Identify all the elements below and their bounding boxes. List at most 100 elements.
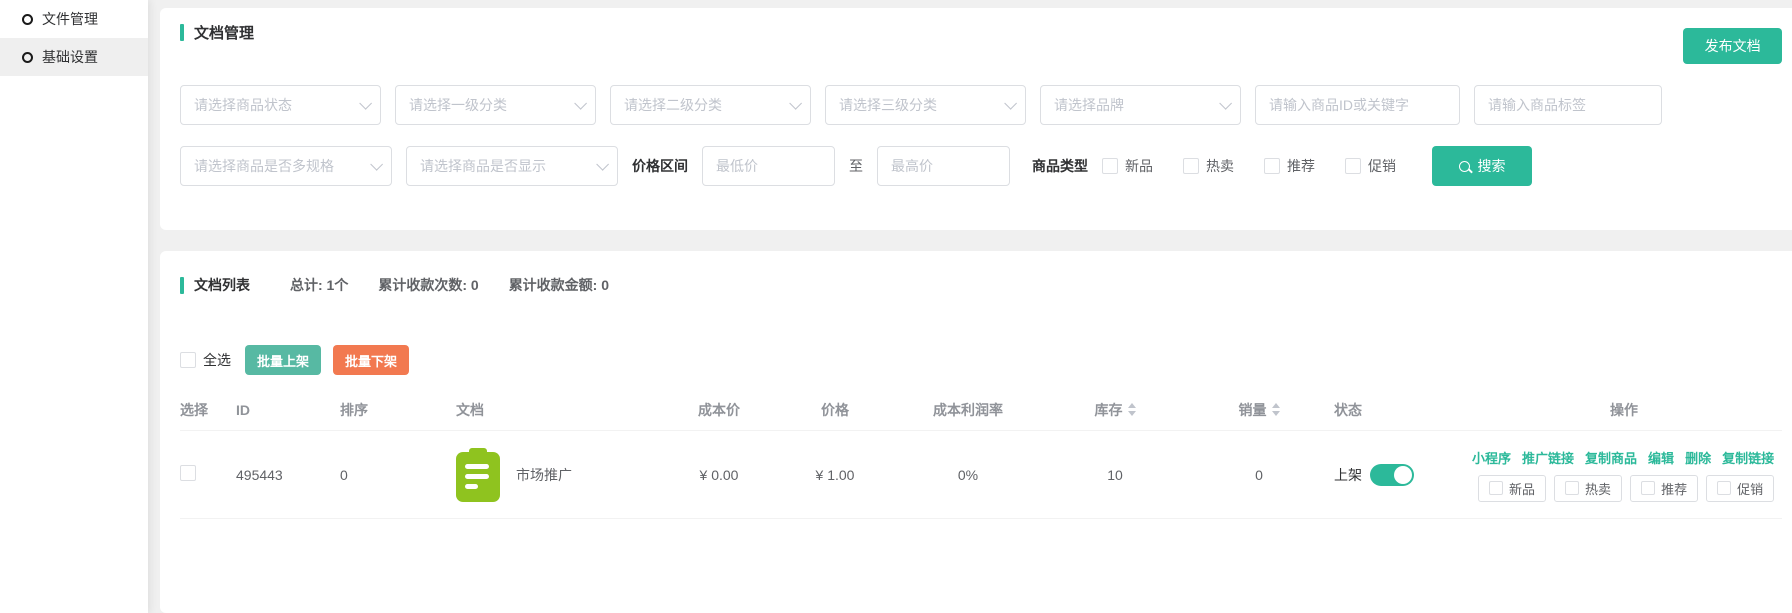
chevron-down-icon [596,158,609,171]
row-select-cell [180,465,236,484]
batch-off-shelf-button[interactable]: 批量下架 [333,345,409,375]
sidebar-item-label: 基础设置 [42,47,98,67]
min-price-input[interactable] [702,146,835,186]
col-header-label: 库存 [1095,400,1123,420]
table-row: 495443 0 市场推广 ¥ 0.00 ¥ 1.00 0% 10 0 [180,431,1782,519]
col-header-status: 状态 [1334,400,1472,420]
sort-control[interactable] [1272,403,1280,416]
card-header: 文档管理 发布文档 [180,22,1782,64]
select-visibility[interactable]: 请选择商品是否显示 [406,146,618,186]
price-to-label: 至 [849,156,863,176]
checkbox-icon[interactable] [1641,481,1655,495]
sort-asc-icon[interactable] [1272,403,1280,408]
document-manage-card: 文档管理 发布文档 请选择商品状态 请选择一级分类 请选择二级分类 请选择三级分… [160,8,1792,230]
checkbox-icon[interactable] [1264,158,1280,174]
tag-checkbox-recommend[interactable]: 推荐 [1630,475,1698,502]
stat-total: 总计: 1个 [290,275,348,295]
list-title: 文档列表 [194,275,250,295]
publish-doc-button[interactable]: 发布文档 [1683,28,1782,64]
filter-row-1: 请选择商品状态 请选择一级分类 请选择二级分类 请选择三级分类 请选择品牌 [180,85,1782,125]
row-stock: 10 [1046,467,1190,483]
col-header-doc: 文档 [456,400,664,420]
type-checkbox-promo[interactable]: 促销 [1345,156,1396,176]
select-product-status[interactable]: 请选择商品状态 [180,85,381,125]
stat-pay-count: 累计收款次数: 0 [378,275,478,295]
checkbox-icon[interactable] [1565,481,1579,495]
max-price-input[interactable] [877,146,1010,186]
chevron-down-icon [1219,97,1232,110]
select-all-label: 全选 [203,350,231,370]
type-checkbox-hot[interactable]: 热卖 [1183,156,1234,176]
delete-link[interactable]: 删除 [1685,448,1711,467]
tag-label: 新品 [1509,479,1535,498]
row-cost-margin: 0% [896,467,1046,483]
copy-url-link[interactable]: 复制链接 [1722,448,1774,467]
tag-label: 热卖 [1585,479,1611,498]
checkbox-icon[interactable] [1717,481,1731,495]
select-multi-spec[interactable]: 请选择商品是否多规格 [180,146,392,186]
type-checkbox-new[interactable]: 新品 [1102,156,1153,176]
select-category-level1[interactable]: 请选择一级分类 [395,85,596,125]
sidebar-item-file-management[interactable]: 文件管理 [0,0,148,38]
list-header: 文档列表 总计: 1个 累计收款次数: 0 累计收款金额: 0 [180,275,1782,295]
status-toggle[interactable] [1370,464,1414,486]
batch-on-shelf-button[interactable]: 批量上架 [245,345,321,375]
col-header-ops: 操作 [1472,400,1782,420]
accent-bar [180,24,184,41]
checkbox-icon[interactable] [1183,158,1199,174]
stat-pay-amount: 累计收款金额: 0 [509,275,609,295]
select-placeholder: 请选择商品是否显示 [420,156,546,176]
table-header-row: 选择 ID 排序 文档 成本价 价格 成本利润率 库存 [180,389,1782,431]
row-cost-price: ¥ 0.00 [664,467,780,483]
select-category-level3[interactable]: 请选择三级分类 [825,85,1026,125]
search-button-label: 搜索 [1478,156,1506,176]
action-links: 小程序 推广链接 复制商品 编辑 删除 复制链接 [1472,448,1774,467]
checkbox-icon[interactable] [1102,158,1118,174]
copy-product-link[interactable]: 复制商品 [1585,448,1637,467]
batch-actions-row: 全选 批量上架 批量下架 [180,345,1782,375]
edit-link[interactable]: 编辑 [1648,448,1674,467]
col-header-sales: 销量 [1190,400,1334,420]
mini-program-link[interactable]: 小程序 [1472,448,1511,467]
checkbox-icon[interactable] [1489,481,1503,495]
product-id-keyword-input[interactable] [1255,85,1460,125]
checkbox-icon[interactable] [180,352,196,368]
chevron-down-icon [1004,97,1017,110]
col-header-price: 价格 [780,400,896,420]
select-category-level2[interactable]: 请选择二级分类 [610,85,811,125]
checkbox-icon[interactable] [1345,158,1361,174]
tag-checkbox-promo[interactable]: 促销 [1706,475,1774,502]
select-placeholder: 请选择商品状态 [194,95,292,115]
sidebar-item-basic-settings[interactable]: 基础设置 [0,38,148,76]
search-icon [1459,161,1470,172]
select-all-checkbox[interactable]: 全选 [180,350,231,370]
select-placeholder: 请选择二级分类 [624,95,722,115]
type-checkbox-recommend[interactable]: 推荐 [1264,156,1315,176]
document-list-card: 文档列表 总计: 1个 累计收款次数: 0 累计收款金额: 0 全选 批量上架 … [160,251,1792,613]
product-tag-input[interactable] [1474,85,1662,125]
sort-desc-icon[interactable] [1272,411,1280,416]
promo-link[interactable]: 推广链接 [1522,448,1574,467]
document-table: 选择 ID 排序 文档 成本价 价格 成本利润率 库存 [180,389,1782,519]
row-ops-cell: 小程序 推广链接 复制商品 编辑 删除 复制链接 新品 [1472,448,1782,502]
clipboard-list-icon [456,452,500,502]
sort-desc-icon[interactable] [1128,411,1136,416]
product-type-label: 商品类型 [1032,156,1088,176]
col-header-label: 销量 [1239,400,1267,420]
search-button[interactable]: 搜索 [1432,146,1532,186]
sort-control[interactable] [1128,403,1136,416]
tag-label: 推荐 [1661,479,1687,498]
tag-checkbox-hot[interactable]: 热卖 [1554,475,1622,502]
row-checkbox[interactable] [180,465,196,481]
select-brand[interactable]: 请选择品牌 [1040,85,1241,125]
checkbox-label: 新品 [1125,156,1153,176]
row-sales: 0 [1190,467,1334,483]
circle-icon [22,52,33,63]
title-wrap: 文档管理 [180,22,254,43]
tag-checkbox-new[interactable]: 新品 [1478,475,1546,502]
circle-icon [22,14,33,25]
status-label: 上架 [1334,465,1362,485]
filter-row-2: 请选择商品是否多规格 请选择商品是否显示 价格区间 至 商品类型 新品 热卖 [180,146,1782,186]
chevron-down-icon [574,97,587,110]
sort-asc-icon[interactable] [1128,403,1136,408]
